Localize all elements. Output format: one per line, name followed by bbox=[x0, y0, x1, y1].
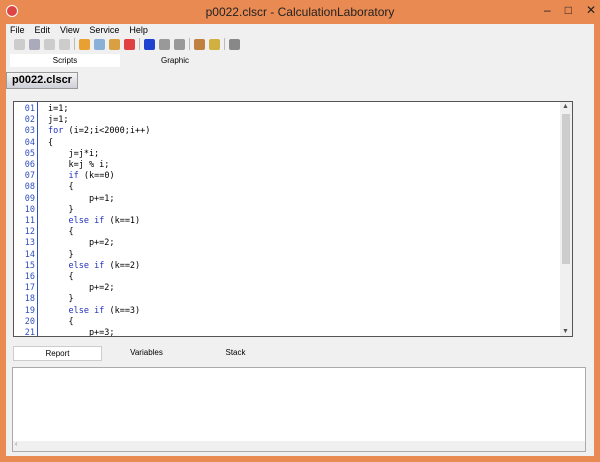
code-text: } bbox=[48, 249, 74, 260]
code-line: 18 } bbox=[14, 294, 572, 305]
code-line: 19 else if (k==3) bbox=[14, 306, 572, 317]
code-line: 17 p+=2; bbox=[14, 283, 572, 294]
code-line: 09 p+=1; bbox=[14, 194, 572, 205]
code-text: j=1; bbox=[48, 115, 69, 126]
code-text: if (k==0) bbox=[68, 171, 115, 182]
pause-icon[interactable] bbox=[159, 38, 170, 50]
code-text: { bbox=[48, 316, 74, 327]
new-icon[interactable] bbox=[14, 38, 25, 50]
find-icon[interactable] bbox=[194, 38, 205, 50]
menu-edit[interactable]: Edit bbox=[35, 25, 51, 35]
replace-icon[interactable] bbox=[209, 38, 220, 50]
code-line: 04{ bbox=[14, 138, 572, 149]
tab-scripts[interactable]: Scripts bbox=[10, 54, 120, 67]
save-icon[interactable] bbox=[29, 38, 40, 50]
minimize-button[interactable]: – bbox=[544, 3, 551, 17]
view-tabs: Scripts Graphic bbox=[10, 54, 230, 67]
stop-icon[interactable] bbox=[174, 38, 185, 50]
code-line: 02 j=1; bbox=[14, 115, 572, 126]
settings-icon[interactable] bbox=[229, 38, 240, 50]
code-text: else if (k==3) bbox=[68, 305, 141, 316]
file-tab[interactable]: p0022.clscr bbox=[6, 72, 78, 89]
toolbar-separator bbox=[189, 38, 190, 50]
code-text: k=j % i; bbox=[48, 160, 110, 171]
code-line: 10 } bbox=[14, 205, 572, 216]
scroll-up-icon[interactable]: ▲ bbox=[562, 103, 569, 110]
undo-icon[interactable] bbox=[44, 38, 55, 50]
redo-icon[interactable] bbox=[59, 38, 70, 50]
code-editor[interactable]: 01 i=1; 02 j=1; 03 for (i=2;i<2000;i++) 04{05 … bbox=[13, 101, 573, 337]
code-line: 13 p+=2; bbox=[14, 238, 572, 249]
code-line: 11 else if (k==1) bbox=[14, 216, 572, 227]
code-text: i=1; bbox=[48, 104, 69, 114]
menu-service[interactable]: Service bbox=[89, 25, 119, 35]
report-panel[interactable]: ‹ bbox=[12, 367, 586, 452]
code-text: p+=2; bbox=[48, 283, 115, 294]
window-title: p0022.clscr - CalculationLaboratory bbox=[205, 5, 395, 19]
cut-icon[interactable] bbox=[79, 38, 90, 50]
tab-graphic[interactable]: Graphic bbox=[120, 54, 230, 67]
code-text: { bbox=[48, 137, 54, 148]
code-text: { bbox=[48, 182, 74, 193]
toolbar-separator bbox=[74, 38, 75, 50]
menu-file[interactable]: File bbox=[10, 25, 25, 35]
code-line: 21 p+=3; bbox=[14, 328, 572, 337]
code-line: 05 j=j*i; bbox=[14, 149, 572, 160]
code-text: else if (k==1) bbox=[68, 216, 141, 227]
code-text: p+=3; bbox=[48, 328, 115, 337]
toolbar-separator bbox=[224, 38, 225, 50]
title-bar: p0022.clscr - CalculationLaboratory – □ … bbox=[0, 0, 600, 24]
code-text: p+=1; bbox=[48, 193, 115, 204]
code-line: 20 { bbox=[14, 317, 572, 328]
tab-variables[interactable]: Variables bbox=[102, 346, 191, 361]
tab-stack[interactable]: Stack bbox=[191, 346, 280, 361]
main-window: File Edit View Service Help Scripts Graphic … bbox=[6, 24, 594, 456]
horizontal-scrollbar[interactable]: ‹ bbox=[13, 441, 585, 451]
menu-view[interactable]: View bbox=[60, 25, 79, 35]
scroll-thumb[interactable] bbox=[562, 114, 570, 264]
code-line: 14 } bbox=[14, 250, 572, 261]
code-line: 03 for (i=2;i<2000;i++) bbox=[14, 126, 572, 137]
code-text: for (i=2;i<2000;i++) bbox=[48, 126, 151, 137]
code-text: { bbox=[48, 227, 74, 238]
output-tabs: Report Variables Stack bbox=[13, 346, 280, 361]
menu-bar: File Edit View Service Help bbox=[10, 25, 148, 35]
run-icon[interactable] bbox=[144, 38, 155, 50]
paste-icon[interactable] bbox=[109, 38, 120, 50]
code-text: j=j*i; bbox=[48, 148, 100, 159]
code-text: else if (k==2) bbox=[68, 260, 141, 271]
code-line: 06 k=j % i; bbox=[14, 160, 572, 171]
scroll-down-icon[interactable]: ▼ bbox=[562, 328, 569, 335]
code-line: 16 { bbox=[14, 272, 572, 283]
code-text: } bbox=[48, 294, 74, 305]
toolbar bbox=[14, 38, 240, 50]
maximize-button[interactable]: □ bbox=[565, 3, 572, 17]
menu-help[interactable]: Help bbox=[129, 25, 148, 35]
line-number-gutter bbox=[14, 102, 38, 336]
code-text: { bbox=[48, 272, 74, 283]
code-line: 07 if (k==0) bbox=[14, 171, 572, 182]
code-line: 08 { bbox=[14, 182, 572, 193]
copy-icon[interactable] bbox=[94, 38, 105, 50]
code-line: 01 i=1; bbox=[14, 104, 572, 115]
close-button[interactable]: ✕ bbox=[586, 3, 596, 17]
code-text: p+=2; bbox=[48, 238, 115, 249]
tab-report[interactable]: Report bbox=[13, 346, 102, 361]
toolbar-separator bbox=[139, 38, 140, 50]
code-line: 12 { bbox=[14, 227, 572, 238]
code-text: } bbox=[48, 204, 74, 215]
code-line: 15 else if (k==2) bbox=[14, 261, 572, 272]
delete-icon[interactable] bbox=[124, 38, 135, 50]
vertical-scrollbar[interactable]: ▲ ▼ bbox=[560, 102, 572, 336]
